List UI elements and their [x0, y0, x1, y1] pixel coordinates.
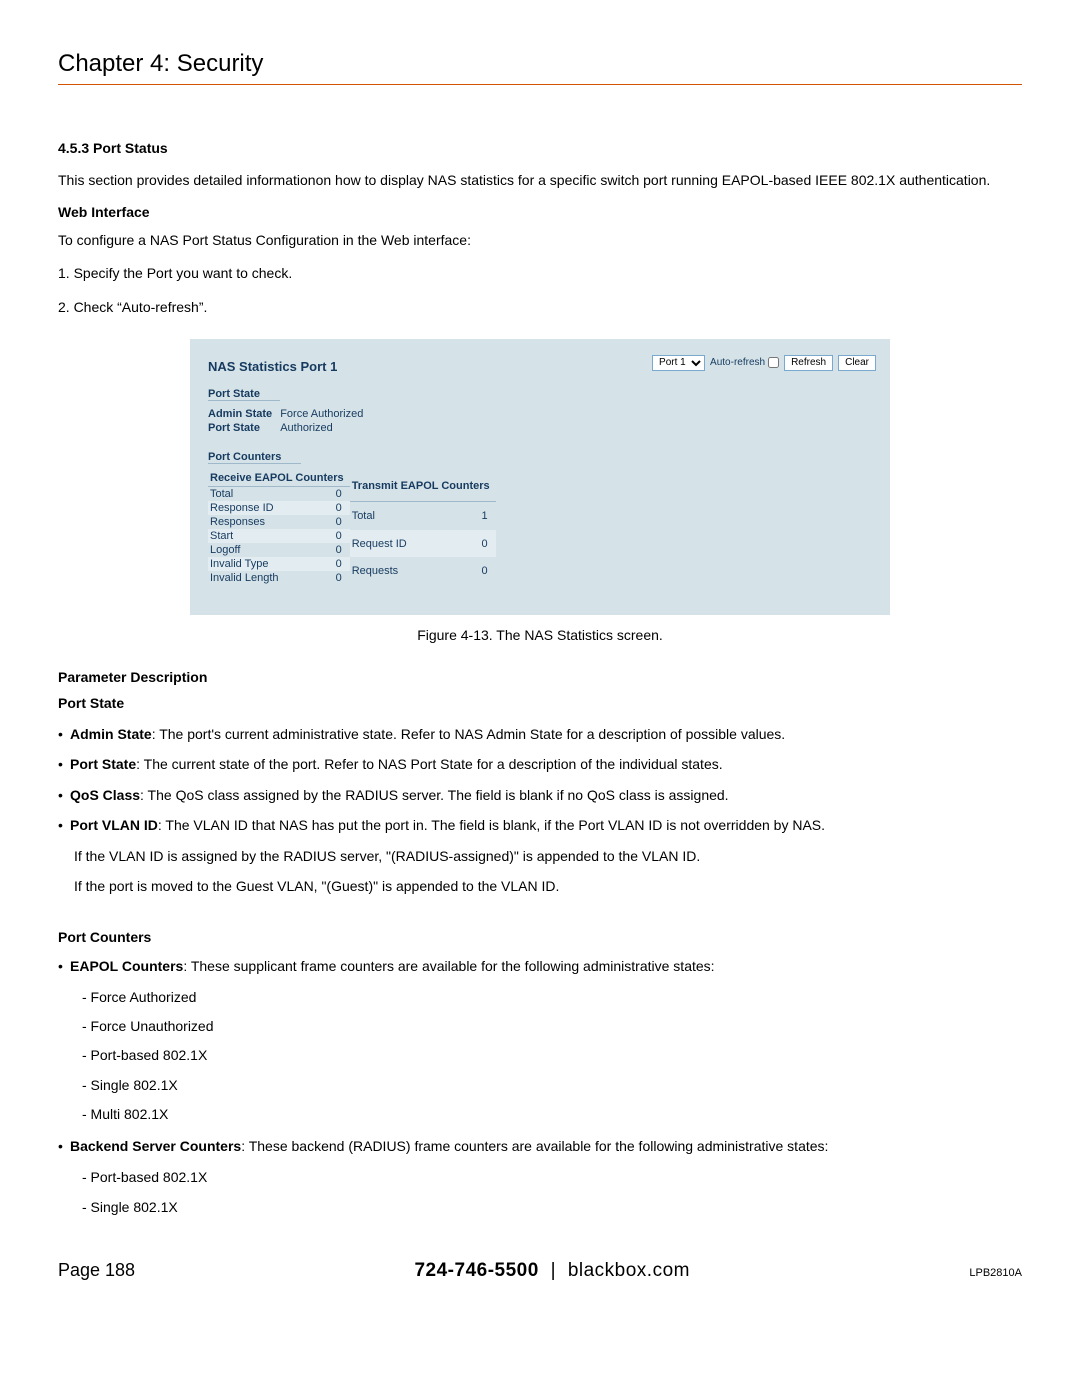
- bullet-rest: : The port's current administrative stat…: [152, 726, 786, 742]
- bullet-rest: : The QoS class assigned by the RADIUS s…: [140, 787, 729, 803]
- refresh-button[interactable]: Refresh: [784, 355, 833, 371]
- cell-label: Responses: [208, 515, 310, 529]
- footer-phone: 724-746-5500: [414, 1260, 538, 1281]
- bullet-admin-state: •Admin State: The port's current adminis…: [58, 723, 1022, 745]
- cell-value: 1: [449, 502, 496, 530]
- transmit-eapol-header: Transmit EAPOL Counters: [350, 470, 496, 502]
- admin-state-value: Force Authorized: [280, 407, 371, 421]
- bullet-bold: Admin State: [70, 726, 152, 742]
- cell-label: Response ID: [208, 501, 310, 515]
- footer-model: LPB2810A: [969, 1267, 1022, 1279]
- eapol-list-item: - Multi 802.1X: [82, 1102, 1022, 1127]
- vlan-sub-1: If the VLAN ID is assigned by the RADIUS…: [74, 844, 1022, 869]
- cell-value: 0: [310, 515, 350, 529]
- footer-site: blackbox.com: [568, 1260, 690, 1281]
- bullet-bold: Backend Server Counters: [70, 1138, 241, 1154]
- web-interface-head: Web Interface: [58, 204, 1022, 220]
- cell-label: Total: [208, 486, 310, 501]
- cell-value: 0: [310, 501, 350, 515]
- table-row: Total1: [350, 502, 496, 530]
- cell-label: Logoff: [208, 543, 310, 557]
- bullet-bold: Port State: [70, 756, 136, 772]
- bullet-rest: : The VLAN ID that NAS has put the port …: [158, 817, 825, 833]
- bullet-qos-class: •QoS Class: The QoS class assigned by th…: [58, 784, 1022, 806]
- cell-value: 0: [310, 529, 350, 543]
- nas-statistics-screenshot: Port 1 Auto-refresh Refresh Clear NAS St…: [190, 339, 890, 615]
- section-number: 4.5.3 Port Status: [58, 140, 1022, 156]
- parameter-description-head: Parameter Description: [58, 669, 1022, 685]
- cell-value: 0: [449, 530, 496, 557]
- bullet-rest: : The current state of the port. Refer t…: [136, 756, 723, 772]
- backend-list-item: - Single 802.1X: [82, 1195, 1022, 1220]
- counters-tables: Receive EAPOL Counters Total0 Response I…: [208, 470, 872, 585]
- table-row: Invalid Length0: [208, 571, 350, 585]
- port-state-table: Admin State Force Authorized Port State …: [208, 407, 371, 435]
- cell-value: 0: [310, 486, 350, 501]
- receive-eapol-header: Receive EAPOL Counters: [208, 470, 350, 487]
- table-row: Logoff0: [208, 543, 350, 557]
- table-row: Responses0: [208, 515, 350, 529]
- bullet-eapol-counters: •EAPOL Counters: These supplicant frame …: [58, 955, 1022, 977]
- port-state-value: Authorized: [280, 421, 371, 435]
- figure-caption: Figure 4-13. The NAS Statistics screen.: [190, 627, 890, 643]
- bullet-rest: : These supplicant frame counters are av…: [183, 958, 714, 974]
- cell-value: 0: [310, 543, 350, 557]
- port-counters-param-head: Port Counters: [58, 929, 1022, 945]
- transmit-eapol-table: Transmit EAPOL Counters Total1 Request I…: [350, 470, 496, 585]
- chapter-title: Chapter 4: Security: [58, 50, 1022, 78]
- auto-refresh-label[interactable]: Auto-refresh: [710, 357, 779, 368]
- figure-wrapper: Port 1 Auto-refresh Refresh Clear NAS St…: [190, 339, 890, 643]
- cell-label: Requests: [350, 557, 449, 584]
- bullet-port-state: •Port State: The current state of the po…: [58, 753, 1022, 775]
- cell-label: Request ID: [350, 530, 449, 557]
- bullet-bold: Port VLAN ID: [70, 817, 158, 833]
- cell-value: 0: [310, 557, 350, 571]
- cell-value: 0: [449, 557, 496, 584]
- eapol-list-item: - Single 802.1X: [82, 1073, 1022, 1098]
- auto-refresh-checkbox[interactable]: [768, 357, 779, 368]
- bullet-bold: QoS Class: [70, 787, 140, 803]
- bullet-port-vlan-id: •Port VLAN ID: The VLAN ID that NAS has …: [58, 814, 1022, 836]
- table-row: Invalid Type0: [208, 557, 350, 571]
- auto-refresh-text: Auto-refresh: [710, 357, 765, 368]
- port-select[interactable]: Port 1: [652, 355, 705, 371]
- bullet-bold: EAPOL Counters: [70, 958, 183, 974]
- web-interface-line: To configure a NAS Port Status Configura…: [58, 230, 1022, 252]
- port-counters-heading: Port Counters: [208, 451, 301, 464]
- table-row: Requests0: [350, 557, 496, 584]
- table-row: Total0: [208, 486, 350, 501]
- table-row: Start0: [208, 529, 350, 543]
- clear-button[interactable]: Clear: [838, 355, 876, 371]
- eapol-list-item: - Force Unauthorized: [82, 1014, 1022, 1039]
- table-row: Request ID0: [350, 530, 496, 557]
- cell-label: Invalid Length: [208, 571, 310, 585]
- step-1: 1. Specify the Port you want to check.: [58, 263, 1022, 285]
- figure-top-controls: Port 1 Auto-refresh Refresh Clear: [652, 355, 876, 371]
- cell-label: Total: [350, 502, 449, 530]
- eapol-list-item: - Force Authorized: [82, 985, 1022, 1010]
- port-state-param-head: Port State: [58, 695, 1022, 711]
- page-footer: Page 188 724-746-5500 | blackbox.com LPB…: [58, 1260, 1022, 1282]
- table-row: Port State Authorized: [208, 421, 371, 435]
- eapol-list-item: - Port-based 802.1X: [82, 1043, 1022, 1068]
- cell-value: 0: [310, 571, 350, 585]
- cell-label: Invalid Type: [208, 557, 310, 571]
- bullet-rest: : These backend (RADIUS) frame counters …: [241, 1138, 828, 1154]
- table-row: Admin State Force Authorized: [208, 407, 371, 421]
- chapter-rule: [58, 84, 1022, 85]
- receive-eapol-table: Receive EAPOL Counters Total0 Response I…: [208, 470, 350, 585]
- admin-state-label: Admin State: [208, 407, 280, 421]
- vlan-sub-2: If the port is moved to the Guest VLAN, …: [74, 874, 1022, 899]
- table-row: Response ID0: [208, 501, 350, 515]
- cell-label: Start: [208, 529, 310, 543]
- page-number: Page 188: [58, 1260, 135, 1281]
- step-2: 2. Check “Auto-refresh”.: [58, 297, 1022, 319]
- port-state-heading: Port State: [208, 388, 280, 401]
- bullet-backend-counters: •Backend Server Counters: These backend …: [58, 1135, 1022, 1157]
- footer-contact: 724-746-5500 | blackbox.com: [414, 1260, 690, 1282]
- backend-list-item: - Port-based 802.1X: [82, 1165, 1022, 1190]
- port-state-label: Port State: [208, 421, 280, 435]
- section-intro: This section provides detailed informati…: [58, 170, 1022, 192]
